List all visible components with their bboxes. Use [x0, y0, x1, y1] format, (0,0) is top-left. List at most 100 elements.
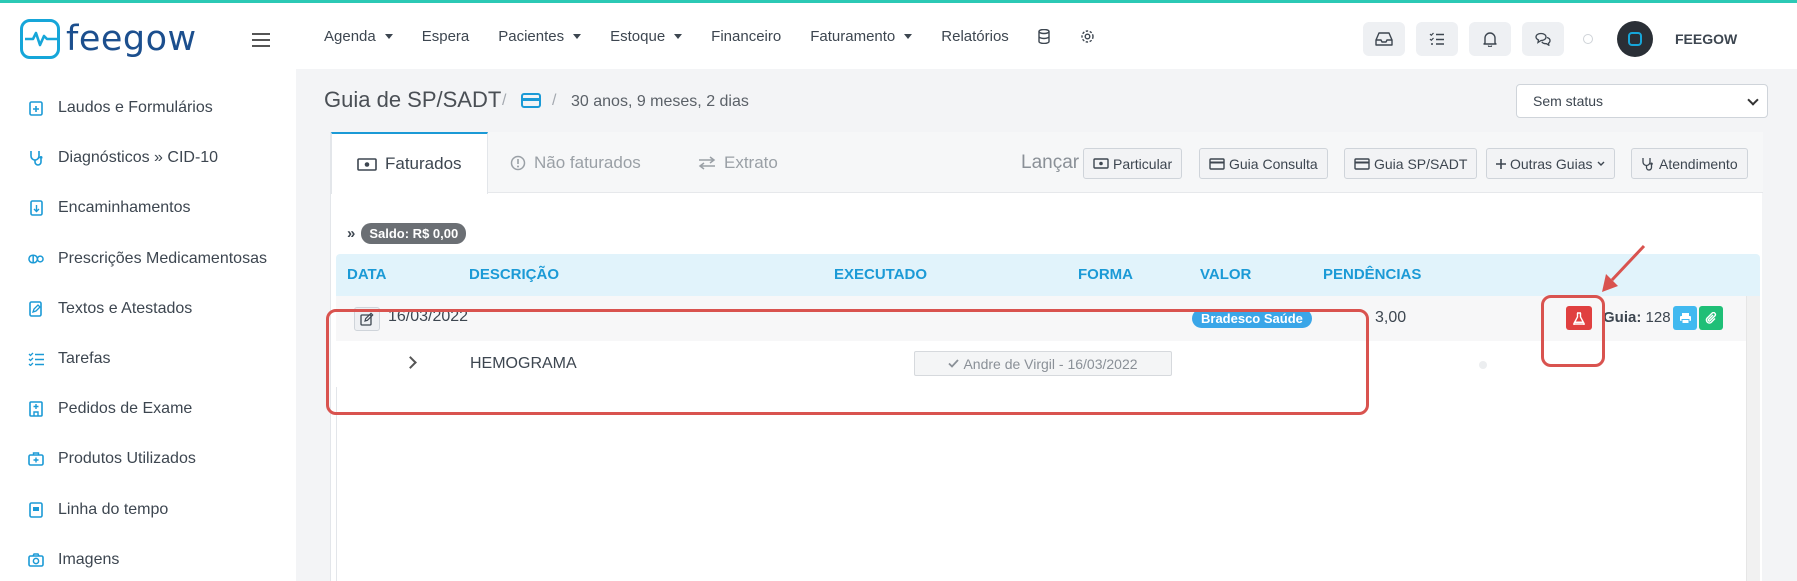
pills-icon — [28, 251, 44, 267]
guia-consulta-button[interactable]: Guia Consulta — [1199, 148, 1328, 179]
guia-info: Guia: 128 — [1603, 309, 1671, 326]
button-label: Particular — [1113, 155, 1173, 172]
credit-card-icon — [521, 93, 541, 108]
sidebar-item-diagnosticos[interactable]: Diagnósticos » CID-10 — [0, 133, 296, 183]
nav-espera[interactable]: Espera — [422, 28, 470, 45]
nav-relatorios[interactable]: Relatórios — [941, 28, 1009, 45]
guia-number: 128 — [1645, 309, 1671, 326]
sidebar-item-tarefas[interactable]: Tarefas — [0, 334, 296, 384]
sidebar: feegow Laudos e Formulários Diagnósticos… — [0, 3, 296, 581]
sidebar-item-label: Laudos e Formulários — [58, 99, 213, 117]
status-select[interactable]: Sem status — [1516, 84, 1768, 118]
sidebar-item-label: Produtos Utilizados — [58, 450, 196, 468]
nav-estoque[interactable]: Estoque — [610, 27, 683, 45]
atendimento-button[interactable]: Atendimento — [1631, 148, 1748, 179]
column-header-data: DATA — [347, 266, 387, 283]
username[interactable]: FEEGOW — [1675, 31, 1737, 47]
money-icon — [1093, 158, 1109, 169]
plus-icon — [1496, 158, 1506, 169]
tab-faturados[interactable]: Faturados — [331, 132, 488, 194]
annotation-arrow-icon — [1602, 244, 1646, 292]
status-dot — [1583, 34, 1593, 44]
nav-financeiro[interactable]: Financeiro — [711, 28, 781, 45]
button-label: Guia SP/SADT — [1374, 155, 1468, 172]
breadcrumb-separator: / — [552, 92, 557, 109]
top-navbar: Agenda Espera Pacientes Estoque Financei… — [296, 3, 1797, 69]
column-header-valor: VALOR — [1200, 266, 1252, 283]
avatar[interactable] — [1617, 21, 1653, 57]
sidebar-item-label: Encaminhamentos — [58, 199, 191, 217]
chat-icon[interactable] — [1522, 22, 1564, 56]
chevron-right-icon[interactable] — [404, 356, 417, 369]
table-header: DATA DESCRIÇÃO EXECUTADO FORMA VALOR PEN… — [336, 254, 1760, 296]
camera-icon — [28, 552, 44, 568]
gear-icon[interactable] — [1080, 28, 1096, 44]
logo-heartbeat-icon — [20, 19, 60, 59]
logo-text: feegow — [66, 19, 197, 59]
billing-panel: Faturados Não faturados Extrato Lançar P… — [330, 132, 1763, 581]
breadcrumb-separator: / — [502, 92, 507, 109]
file-edit-icon — [28, 301, 44, 317]
chevron-down-icon — [1597, 161, 1605, 167]
credit-card-icon — [1209, 157, 1225, 170]
edit-icon[interactable] — [354, 307, 380, 331]
sidebar-menu: Laudos e Formulários Diagnósticos » CID-… — [0, 83, 296, 581]
menu-toggle-icon[interactable] — [252, 33, 270, 47]
chevron-down-icon — [1747, 94, 1759, 106]
check-icon — [948, 359, 960, 368]
nav-label: Estoque — [610, 27, 666, 45]
tab-label: Extrato — [724, 152, 778, 172]
logo[interactable]: feegow — [20, 19, 197, 59]
tab-nao-faturados[interactable]: Não faturados — [510, 132, 641, 193]
sidebar-item-produtos[interactable]: Produtos Utilizados — [0, 434, 296, 484]
sidebar-item-prescricoes[interactable]: Prescrições Medicamentosas — [0, 234, 296, 284]
button-label: Guia Consulta — [1229, 155, 1318, 172]
outras-guias-dropdown[interactable]: Outras Guias — [1486, 148, 1616, 179]
sidebar-item-pedidos[interactable]: Pedidos de Exame — [0, 384, 296, 434]
saldo-row: » Saldo: R$ 0,00 — [347, 223, 467, 244]
main-nav: Agenda Espera Pacientes Estoque Financei… — [324, 3, 1122, 69]
sidebar-item-encaminhamentos[interactable]: Encaminhamentos — [0, 183, 296, 233]
database-icon[interactable] — [1038, 28, 1054, 44]
sidebar-item-label: Pedidos de Exame — [58, 400, 193, 418]
file-arrow-icon — [28, 200, 44, 217]
executed-by-text: Andre de Virgil - 16/03/2022 — [963, 355, 1138, 372]
column-header-descricao: DESCRIÇÃO — [469, 266, 560, 283]
credit-card-icon — [1354, 157, 1370, 170]
page-title: Guia de SP/SADT — [324, 87, 502, 112]
sidebar-item-label: Textos e Atestados — [58, 299, 193, 317]
flask-icon[interactable] — [1566, 306, 1592, 330]
nav-label: Relatórios — [941, 27, 1009, 45]
guia-sadt-button[interactable]: Guia SP/SADT — [1344, 148, 1478, 179]
forma-badge: Bradesco Saúde — [1192, 309, 1312, 328]
status-select-value: Sem status — [1533, 93, 1604, 109]
tabs-bar: Faturados Não faturados Extrato Lançar P… — [331, 132, 1763, 194]
sidebar-item-linha-tempo[interactable]: Linha do tempo — [0, 485, 296, 535]
column-header-executado: EXECUTADO — [834, 266, 928, 283]
saldo-badge: Saldo: R$ 0,00 — [361, 223, 467, 244]
print-icon[interactable] — [1673, 306, 1697, 330]
bell-icon[interactable] — [1469, 22, 1511, 56]
sidebar-item-laudos[interactable]: Laudos e Formulários — [0, 83, 296, 133]
info-circle-icon — [510, 155, 526, 171]
sidebar-item-label: Imagens — [58, 550, 120, 568]
scrollbar[interactable] — [1746, 296, 1760, 581]
caret-down-icon — [384, 33, 393, 39]
checklist-icon[interactable] — [1416, 22, 1458, 56]
executed-by-box: Andre de Virgil - 16/03/2022 — [914, 351, 1172, 376]
paperclip-icon[interactable] — [1699, 306, 1723, 330]
particular-button[interactable]: Particular — [1083, 148, 1183, 179]
row-valor: 3,00 — [1375, 309, 1407, 326]
hospital-icon — [28, 401, 44, 418]
sidebar-item-imagens[interactable]: Imagens — [0, 535, 296, 581]
tab-label: Não faturados — [534, 152, 641, 172]
button-label: Outras Guias — [1510, 155, 1593, 172]
sidebar-item-textos[interactable]: Textos e Atestados — [0, 284, 296, 334]
nav-pacientes[interactable]: Pacientes — [498, 28, 582, 45]
tab-extrato[interactable]: Extrato — [698, 132, 778, 193]
nav-agenda[interactable]: Agenda — [324, 28, 393, 45]
inbox-icon[interactable] — [1363, 22, 1405, 56]
expand-arrow[interactable]: » — [347, 225, 355, 242]
nav-label: Agenda — [324, 27, 376, 45]
nav-faturamento[interactable]: Faturamento — [810, 28, 913, 45]
